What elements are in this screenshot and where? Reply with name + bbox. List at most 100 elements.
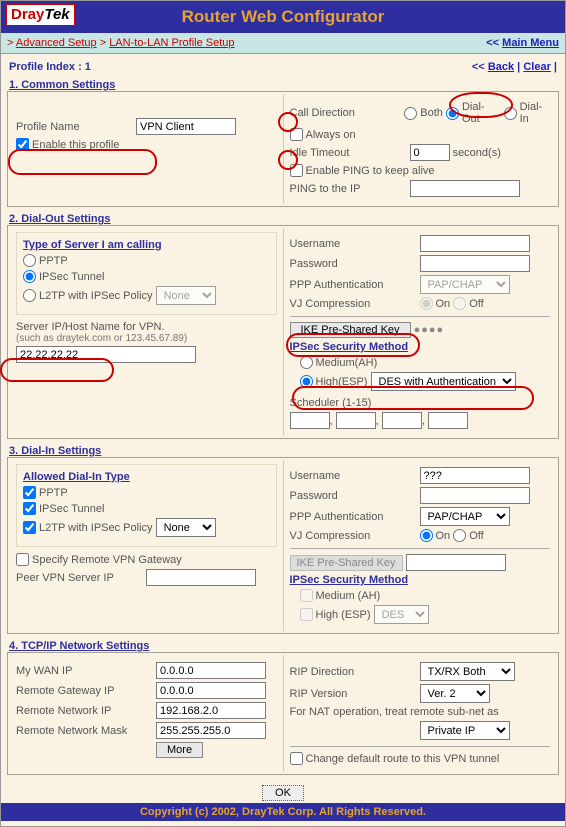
- di-pppauth-label: PPP Authentication: [290, 511, 420, 523]
- ipsec-radio[interactable]: [23, 270, 36, 283]
- di-password-label: Password: [290, 490, 420, 502]
- seconds-label: second(s): [453, 147, 501, 159]
- crumb-lan-to-lan[interactable]: LAN-to-LAN Profile Setup: [109, 37, 234, 49]
- do-vj-on-radio[interactable]: [420, 297, 433, 310]
- ok-button[interactable]: OK: [262, 785, 304, 801]
- do-username-label: Username: [290, 238, 420, 250]
- do-vj-off-radio[interactable]: [453, 297, 466, 310]
- di-password-input[interactable]: [420, 487, 530, 504]
- app-title: Router Web Configurator: [182, 7, 385, 26]
- specify-remote-checkbox[interactable]: [16, 553, 29, 566]
- di-ike-psk-input[interactable]: [406, 554, 506, 571]
- nat-select[interactable]: Private IP: [420, 721, 510, 740]
- section2-title: 2. Dial-Out Settings: [9, 213, 559, 225]
- sched-1-input[interactable]: [290, 412, 330, 429]
- always-on-checkbox[interactable]: [290, 128, 303, 141]
- profile-name-input[interactable]: [136, 118, 236, 135]
- do-medium-radio[interactable]: [300, 356, 313, 369]
- do-password-input[interactable]: [420, 255, 530, 272]
- ripver-label: RIP Version: [290, 688, 420, 700]
- di-pppauth-select[interactable]: PAP/CHAP: [420, 507, 510, 526]
- do-high-radio[interactable]: [300, 375, 313, 388]
- call-dir-both-radio[interactable]: [404, 107, 417, 120]
- di-medium-label: Medium (AH): [316, 590, 381, 602]
- more-button[interactable]: More: [156, 742, 203, 758]
- rmask-input[interactable]: [156, 722, 266, 739]
- main-menu-link[interactable]: Main Menu: [502, 37, 559, 49]
- ping-ip-input[interactable]: [410, 180, 520, 197]
- rgw-label: Remote Gateway IP: [16, 685, 156, 697]
- server-ip-label: Server IP/Host Name for VPN.: [16, 321, 277, 333]
- rgw-input[interactable]: [156, 682, 266, 699]
- di-l2tp-checkbox[interactable]: [23, 521, 36, 534]
- always-on-label: Always on: [306, 129, 356, 141]
- ike-psk-button[interactable]: IKE Pre-Shared Key: [290, 322, 411, 338]
- specify-remote-label: Specify Remote VPN Gateway: [32, 554, 182, 566]
- call-dir-dialout-radio[interactable]: [446, 107, 459, 120]
- do-password-label: Password: [290, 258, 420, 270]
- di-high-checkbox[interactable]: [300, 608, 313, 621]
- sched-3-input[interactable]: [382, 412, 422, 429]
- idle-timeout-label: Idle Timeout: [290, 147, 410, 159]
- call-dir-dialin-radio[interactable]: [504, 107, 517, 120]
- do-pppauth-label: PPP Authentication: [290, 279, 420, 291]
- di-medium-checkbox[interactable]: [300, 589, 313, 602]
- do-vj-off-label: Off: [469, 298, 483, 310]
- do-esp-select[interactable]: DES with Authentication: [371, 372, 516, 391]
- peer-ip-input[interactable]: [146, 569, 256, 586]
- crumb-advanced-setup[interactable]: Advanced Setup: [16, 37, 97, 49]
- call-dir-dialin-label: Dial-In: [520, 101, 550, 125]
- crumb-sep1: >: [7, 37, 13, 49]
- ping-ip-label: PING to the IP: [290, 183, 410, 195]
- ike-psk-dots: ●●●●: [414, 324, 445, 336]
- di-username-label: Username: [290, 470, 420, 482]
- title-bar: DrayTek Router Web Configurator: [1, 1, 565, 33]
- di-pptp-label: PPTP: [39, 487, 68, 499]
- mywan-input[interactable]: [156, 662, 266, 679]
- ripdir-select[interactable]: TX/RX Both: [420, 662, 515, 681]
- server-ip-input[interactable]: [16, 346, 196, 363]
- do-pppauth-select[interactable]: PAP/CHAP: [420, 275, 510, 294]
- back-link[interactable]: Back: [488, 61, 514, 73]
- l2tp-radio[interactable]: [23, 289, 36, 302]
- crumb-sep2: >: [100, 37, 106, 49]
- di-l2tp-policy-select[interactable]: None: [156, 518, 216, 537]
- di-vj-on-radio[interactable]: [420, 529, 433, 542]
- idle-timeout-input[interactable]: [410, 144, 450, 161]
- do-vj-on-label: On: [436, 298, 451, 310]
- profile-index: Profile Index : 1: [9, 61, 91, 73]
- section1-title: 1. Common Settings: [9, 79, 559, 91]
- l2tp-label: L2TP with IPSec Policy: [39, 290, 153, 302]
- ping-keepalive-checkbox[interactable]: [290, 164, 303, 177]
- logo-rest: Tek: [44, 6, 69, 23]
- di-vj-off-label: Off: [469, 530, 483, 542]
- section3-title: 3. Dial-In Settings: [9, 445, 559, 457]
- sched-2-input[interactable]: [336, 412, 376, 429]
- rmask-label: Remote Network Mask: [16, 725, 156, 737]
- clear-link[interactable]: Clear: [523, 61, 551, 73]
- di-high-label: High (ESP): [316, 609, 371, 621]
- do-username-input[interactable]: [420, 235, 530, 252]
- rnet-input[interactable]: [156, 702, 266, 719]
- peer-ip-label: Peer VPN Server IP: [16, 572, 146, 584]
- enable-profile-checkbox[interactable]: [16, 138, 29, 151]
- do-secmethod-title: IPSec Security Method: [290, 341, 551, 353]
- l2tp-policy-select[interactable]: None: [156, 286, 216, 305]
- di-esp-select[interactable]: DES: [374, 605, 429, 624]
- di-ipsec-checkbox[interactable]: [23, 502, 36, 515]
- sched-4-input[interactable]: [428, 412, 468, 429]
- do-medium-label: Medium(AH): [316, 357, 378, 369]
- chg-route-checkbox[interactable]: [290, 752, 303, 765]
- scheduler-label: Scheduler (1-15): [290, 397, 551, 409]
- call-dir-both-label: Both: [420, 107, 443, 119]
- mywan-label: My WAN IP: [16, 665, 156, 677]
- footer: Copyright (c) 2002, DrayTek Corp. All Ri…: [1, 803, 565, 821]
- di-pptp-checkbox[interactable]: [23, 486, 36, 499]
- ripver-select[interactable]: Ver. 2: [420, 684, 490, 703]
- pptp-radio[interactable]: [23, 254, 36, 267]
- logo: DrayTek: [6, 4, 75, 26]
- di-username-input[interactable]: [420, 467, 530, 484]
- di-ipsec-label: IPSec Tunnel: [39, 503, 104, 515]
- logo-bold: Dray: [11, 6, 44, 23]
- di-vj-off-radio[interactable]: [453, 529, 466, 542]
